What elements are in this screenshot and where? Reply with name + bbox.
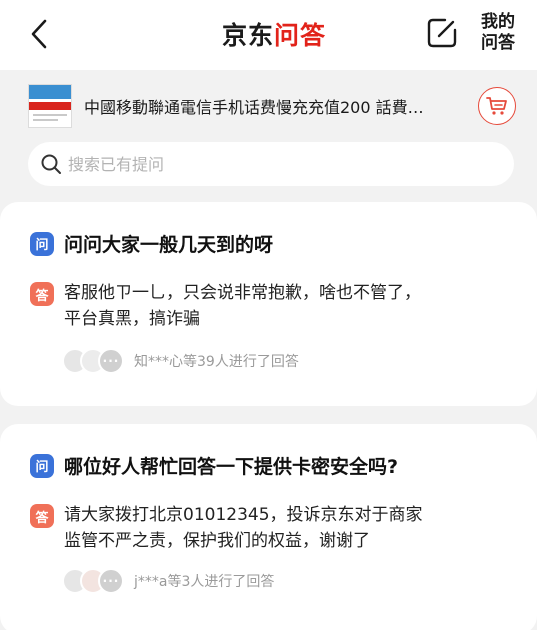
product-title[interactable]: 中國移動聯通電信手机话费慢充充值200 話費… (84, 94, 469, 118)
share-button[interactable] (425, 16, 459, 50)
answer-text[interactable]: 客服他ㄗ一乚，只会说非常抱歉，啥也不管了， 平台真黑，搞诈骗 (64, 280, 421, 332)
search-input[interactable] (68, 142, 498, 186)
search-box[interactable] (28, 142, 514, 186)
chevron-left-icon (31, 19, 47, 49)
top-bar: 京东问答 我的 问答 (0, 0, 537, 70)
question-text[interactable]: 哪位好人帮忙回答一下提供卡密安全吗? (64, 452, 398, 479)
answer-line: 请大家拨打北京01012345，投诉京东对于商家 (64, 505, 423, 525)
answer-meta[interactable]: ··· 知***心等39人进行了回答 (62, 348, 299, 374)
answer-line: 监管不严之责，保护我们的权益，谢谢了 (64, 531, 370, 551)
logo-qa-text: 问答 (274, 21, 327, 50)
more-avatars-icon: ··· (98, 568, 124, 594)
question-row[interactable]: 问 哪位好人帮忙回答一下提供卡密安全吗? (30, 452, 398, 479)
more-avatars-icon: ··· (98, 348, 124, 374)
thumb-header-band (29, 85, 71, 99)
answer-row[interactable]: 答 客服他ㄗ一乚，只会说非常抱歉，啥也不管了， 平台真黑，搞诈骗 (30, 280, 510, 332)
thumb-text-line (33, 114, 67, 116)
question-badge: 问 (30, 453, 54, 478)
cart-icon (486, 97, 507, 115)
answer-count-text: j***a等3人进行了回答 (134, 574, 275, 590)
search-icon (41, 154, 61, 174)
my-qa-label-line2: 问答 (481, 33, 515, 53)
answer-badge: 答 (30, 282, 54, 306)
answer-text[interactable]: 请大家拨打北京01012345，投诉京东对于商家 监管不严之责，保护我们的权益，… (64, 502, 423, 554)
answer-badge: 答 (30, 504, 54, 528)
my-qa-button[interactable]: 我的 问答 (476, 12, 520, 54)
thumb-text-line (33, 119, 59, 121)
answer-line: 平台真黑，搞诈骗 (64, 309, 200, 329)
thumb-red-band (29, 102, 71, 110)
my-qa-label-line1: 我的 (481, 12, 515, 32)
product-thumbnail[interactable] (28, 84, 72, 128)
answer-count-text: 知***心等39人进行了回答 (134, 354, 299, 370)
question-badge: 问 (30, 231, 54, 256)
product-bar[interactable]: 中國移動聯通電信手机话费慢充充值200 話費… (0, 70, 537, 144)
answer-row[interactable]: 答 请大家拨打北京01012345，投诉京东对于商家 监管不严之责，保护我们的权… (30, 502, 510, 554)
app-logo: 京东问答 (222, 16, 326, 52)
answer-line: 客服他ㄗ一乚，只会说非常抱歉，啥也不管了， (64, 283, 421, 303)
cart-button[interactable] (478, 87, 516, 125)
back-button[interactable] (22, 14, 56, 54)
question-card[interactable]: 问 问问大家一般几天到的呀 答 客服他ㄗ一乚，只会说非常抱歉，啥也不管了， 平台… (0, 202, 537, 406)
share-icon (427, 18, 457, 48)
question-row[interactable]: 问 问问大家一般几天到的呀 (30, 230, 273, 257)
question-card[interactable]: 问 哪位好人帮忙回答一下提供卡密安全吗? 答 请大家拨打北京01012345，投… (0, 424, 537, 630)
logo-jd-text: 京东 (222, 21, 275, 50)
answer-meta[interactable]: ··· j***a等3人进行了回答 (62, 568, 274, 594)
question-text[interactable]: 问问大家一般几天到的呀 (64, 230, 273, 257)
